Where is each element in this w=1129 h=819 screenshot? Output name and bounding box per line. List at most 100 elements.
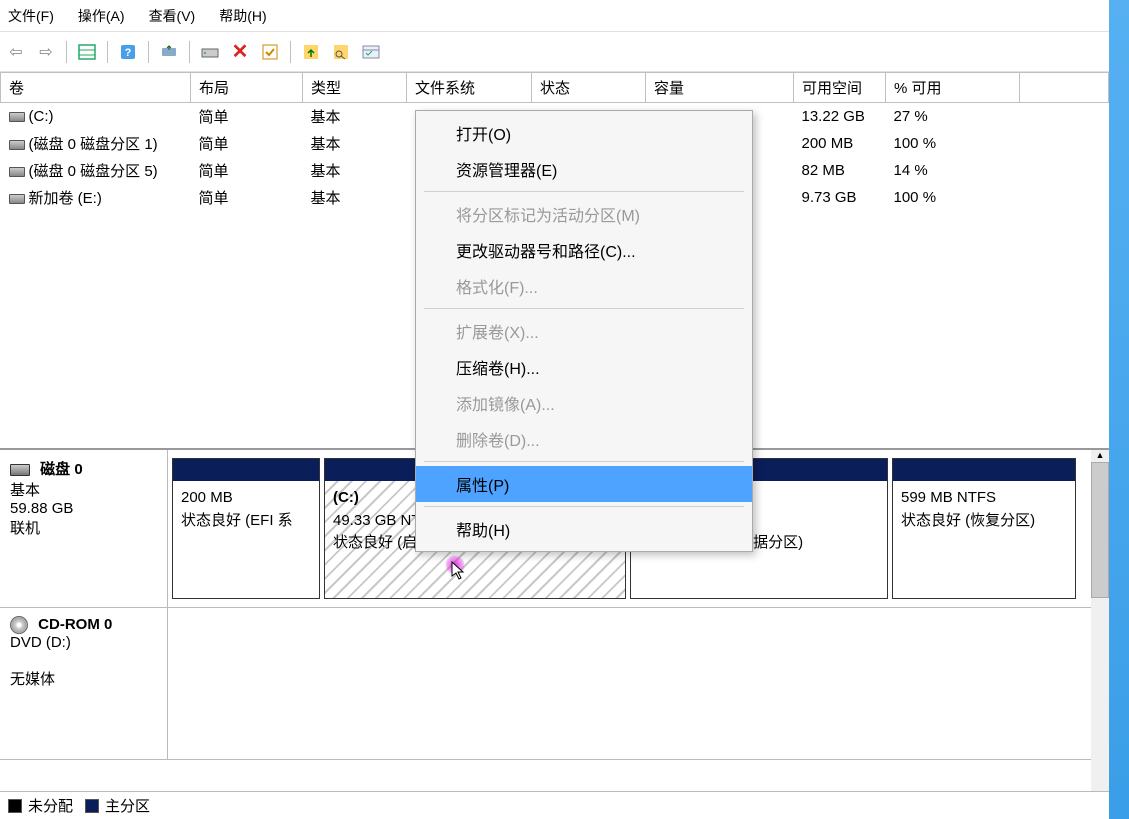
cm-properties[interactable]: 属性(P) (416, 466, 752, 502)
cm-separator (424, 308, 744, 309)
col-type[interactable]: 类型 (303, 73, 407, 103)
vertical-scrollbar[interactable]: ▲ (1091, 450, 1109, 791)
volume-icon (9, 140, 25, 150)
refresh-icon[interactable] (157, 40, 181, 64)
toolbar: ⇦ ⇨ ? ✕ (0, 32, 1109, 72)
volume-icon (9, 194, 25, 204)
partition-body: 200 MB状态良好 (EFI 系 (173, 481, 319, 598)
volume-name: (磁盘 0 磁盘分区 1) (29, 136, 158, 153)
volume-free: 200 MB (794, 130, 886, 157)
cm-explorer[interactable]: 资源管理器(E) (416, 151, 752, 187)
cm-delete: 删除卷(D)... (416, 421, 752, 457)
menu-help[interactable]: 帮助(H) (219, 6, 266, 26)
volume-icon (9, 167, 25, 177)
cm-format: 格式化(F)... (416, 268, 752, 304)
cm-change-letter[interactable]: 更改驱动器号和路径(C)... (416, 232, 752, 268)
menu-action[interactable]: 操作(A) (78, 6, 125, 26)
details-view-icon[interactable] (329, 40, 353, 64)
hdd-icon (10, 464, 30, 476)
check-icon[interactable] (258, 40, 282, 64)
scrollbar-thumb[interactable] (1091, 462, 1109, 598)
delete-icon[interactable]: ✕ (228, 40, 252, 64)
legend-unallocated-label: 未分配 (28, 795, 73, 816)
cdrom-info3: 无媒体 (10, 671, 55, 688)
column-header-row: 卷 布局 类型 文件系统 状态 容量 可用空间 % 可用 (1, 73, 1109, 103)
legend-swatch-unallocated (8, 799, 22, 813)
cm-separator (424, 506, 744, 507)
right-edge-strip (1109, 0, 1129, 819)
cm-separator (424, 191, 744, 192)
partition-body: 599 MB NTFS状态良好 (恢复分区) (893, 481, 1075, 598)
col-filesystem[interactable]: 文件系统 (407, 73, 532, 103)
volume-pct: 27 % (886, 103, 1020, 131)
col-layout[interactable]: 布局 (191, 73, 303, 103)
svg-text:?: ? (125, 47, 132, 59)
grid-icon[interactable] (75, 40, 99, 64)
col-status[interactable]: 状态 (532, 73, 646, 103)
menu-view[interactable]: 查看(V) (149, 6, 196, 26)
col-pct-free[interactable]: % 可用 (886, 73, 1020, 103)
legend-primary-label: 主分区 (105, 795, 150, 816)
disk-0-info2: 59.88 GB (10, 500, 73, 517)
forward-button[interactable]: ⇨ (34, 40, 58, 64)
volume-free: 13.22 GB (794, 103, 886, 131)
volume-layout: 简单 (191, 130, 303, 157)
partition-block[interactable]: 599 MB NTFS状态良好 (恢复分区) (892, 458, 1076, 599)
disk-0-title: 磁盘 0 (40, 461, 83, 478)
cdrom-info1: DVD (D:) (10, 634, 71, 651)
volume-layout: 简单 (191, 157, 303, 184)
disk-0-info1: 基本 (10, 482, 40, 499)
separator (107, 41, 108, 63)
disk-row-cdrom: CD-ROM 0 DVD (D:) 无媒体 (0, 608, 1109, 760)
volume-free: 82 MB (794, 157, 886, 184)
volume-type: 基本 (303, 103, 407, 131)
volume-layout: 简单 (191, 103, 303, 131)
volume-pct: 14 % (886, 157, 1020, 184)
list-view-icon[interactable] (299, 40, 323, 64)
help-icon[interactable]: ? (116, 40, 140, 64)
col-free[interactable]: 可用空间 (794, 73, 886, 103)
volume-layout: 简单 (191, 184, 303, 211)
cm-open[interactable]: 打开(O) (416, 115, 752, 151)
volume-type: 基本 (303, 130, 407, 157)
separator (148, 41, 149, 63)
volume-name: 新加卷 (E:) (29, 190, 102, 207)
disk-settings-icon[interactable] (198, 40, 222, 64)
cm-extend: 扩展卷(X)... (416, 313, 752, 349)
menubar: 文件(F) 操作(A) 查看(V) 帮助(H) (0, 0, 1109, 32)
cdrom-partitions (168, 608, 1109, 759)
volume-type: 基本 (303, 157, 407, 184)
volume-name: (C:) (29, 108, 54, 125)
cdrom-label[interactable]: CD-ROM 0 DVD (D:) 无媒体 (0, 608, 168, 759)
col-volume[interactable]: 卷 (1, 73, 191, 103)
separator (189, 41, 190, 63)
legend-swatch-primary (85, 799, 99, 813)
cm-add-mirror: 添加镜像(A)... (416, 385, 752, 421)
separator (66, 41, 67, 63)
cm-shrink[interactable]: 压缩卷(H)... (416, 349, 752, 385)
col-spacer (1020, 73, 1109, 103)
back-button[interactable]: ⇦ (4, 40, 28, 64)
disk-0-info3: 联机 (10, 520, 40, 537)
volume-pct: 100 % (886, 184, 1020, 211)
volume-name: (磁盘 0 磁盘分区 5) (29, 163, 158, 180)
cm-mark-active: 将分区标记为活动分区(M) (416, 196, 752, 232)
volume-type: 基本 (303, 184, 407, 211)
volume-icon (9, 112, 25, 122)
partition-block[interactable]: 200 MB状态良好 (EFI 系 (172, 458, 320, 599)
partition-header (173, 459, 319, 481)
volume-free: 9.73 GB (794, 184, 886, 211)
separator (290, 41, 291, 63)
cm-separator (424, 461, 744, 462)
menu-file[interactable]: 文件(F) (8, 6, 54, 26)
cdrom-icon (10, 616, 28, 634)
cm-help[interactable]: 帮助(H) (416, 511, 752, 547)
scroll-up-icon[interactable]: ▲ (1091, 450, 1109, 462)
partition-header (893, 459, 1075, 481)
context-menu: 打开(O) 资源管理器(E) 将分区标记为活动分区(M) 更改驱动器号和路径(C… (415, 110, 753, 552)
disk-0-label[interactable]: 磁盘 0 基本 59.88 GB 联机 (0, 450, 168, 607)
volume-pct: 100 % (886, 130, 1020, 157)
col-capacity[interactable]: 容量 (646, 73, 794, 103)
legend: 未分配 主分区 (0, 791, 1109, 819)
properties-icon[interactable] (359, 40, 383, 64)
